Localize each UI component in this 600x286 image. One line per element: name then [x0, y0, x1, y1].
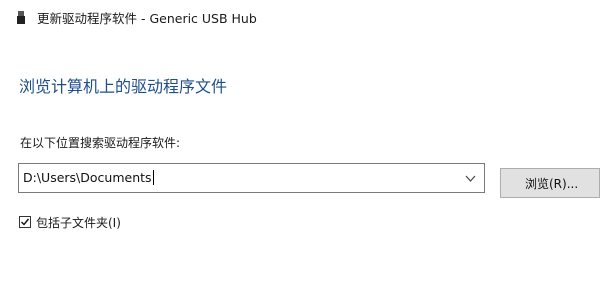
search-location-label: 在以下位置搜索驱动程序软件: — [20, 136, 181, 150]
usb-device-icon — [17, 11, 25, 24]
text-caret — [152, 170, 154, 185]
update-driver-window: 更新驱动程序软件 - Generic USB Hub 浏览计算机上的驱动程序文件… — [0, 0, 600, 286]
include-subfolders-option[interactable]: 包括子文件夹(I) — [19, 214, 121, 230]
title-bar: 更新驱动程序软件 - Generic USB Hub — [0, 0, 600, 34]
include-subfolders-label: 包括子文件夹(I) — [36, 215, 121, 230]
page-heading: 浏览计算机上的驱动程序文件 — [19, 77, 228, 96]
driver-path-text: D:\Users\Documents — [23, 170, 152, 185]
driver-path-input[interactable]: D:\Users\Documents — [23, 170, 154, 185]
window-title: 更新驱动程序软件 - Generic USB Hub — [37, 11, 257, 26]
include-subfolders-checkbox[interactable] — [19, 216, 31, 228]
chevron-down-icon[interactable] — [465, 173, 476, 184]
driver-path-combobox[interactable]: D:\Users\Documents — [18, 163, 485, 193]
checkmark-icon — [21, 218, 30, 226]
browse-button[interactable]: 浏览(R)... — [500, 168, 600, 198]
